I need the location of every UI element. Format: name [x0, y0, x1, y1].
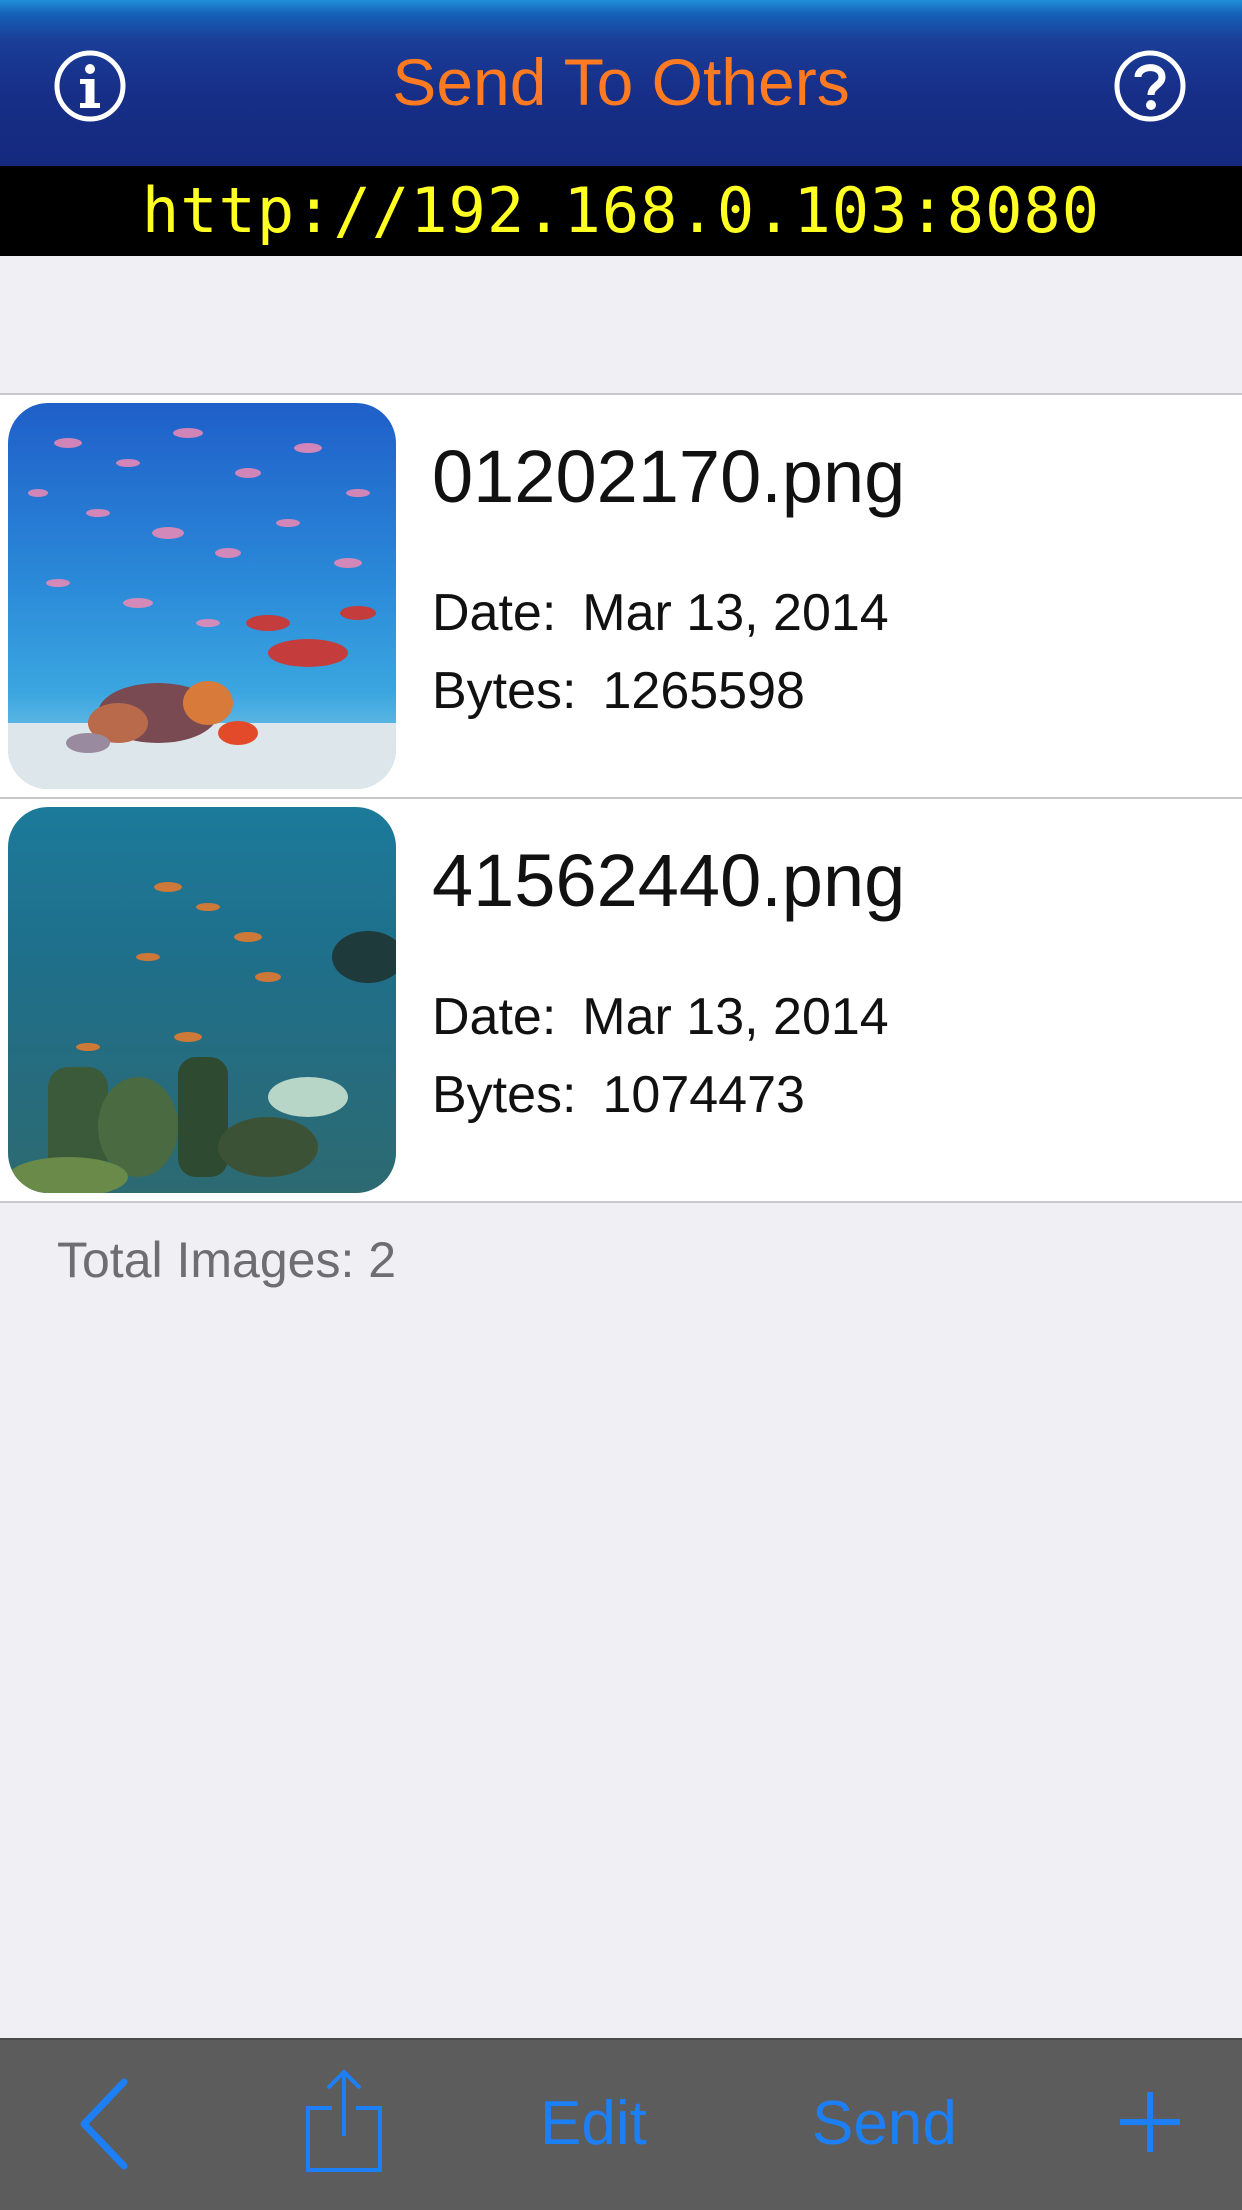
file-name: 01202170.png [432, 435, 906, 518]
list-item[interactable]: 01202170.png Date: Mar 13, 2014 Bytes: 126… [0, 395, 1242, 797]
file-date: Date: Mar 13, 2014 [432, 987, 889, 1047]
chevron-left-icon [80, 2078, 128, 2170]
file-date: Date: Mar 13, 2014 [432, 583, 889, 643]
date-label: Date: [432, 584, 557, 642]
date-value: Mar 13, 2014 [582, 988, 889, 1046]
total-images-label: Total Images: 2 [57, 1232, 397, 1288]
question-circle-icon [1114, 50, 1186, 122]
bottom-toolbar: Edit Send [0, 2038, 1242, 2210]
date-value: Mar 13, 2014 [582, 584, 889, 642]
file-bytes: Bytes: 1074473 [432, 1065, 805, 1125]
list-item[interactable]: 41562440.png Date: Mar 13, 2014 Bytes: 107… [0, 797, 1242, 1201]
edit-button[interactable]: Edit [540, 2084, 647, 2164]
add-button[interactable] [1118, 2090, 1182, 2154]
bytes-value: 1265598 [602, 662, 805, 720]
file-name: 41562440.png [432, 839, 906, 922]
back-button[interactable] [74, 2076, 134, 2172]
image-thumbnail [8, 807, 396, 1193]
image-list: 01202170.png Date: Mar 13, 2014 Bytes: 126… [0, 393, 1242, 1203]
send-button[interactable]: Send [812, 2084, 957, 2164]
server-url: http://192.168.0.103:8080 [0, 166, 1242, 256]
plus-icon [1120, 2092, 1180, 2152]
file-bytes: Bytes: 1265598 [432, 661, 805, 721]
share-icon [306, 2069, 382, 2172]
page-title: Send To Others [392, 45, 850, 119]
date-label: Date: [432, 988, 557, 1046]
bytes-label: Bytes: [432, 662, 577, 720]
help-button[interactable] [1112, 48, 1188, 124]
share-button[interactable] [304, 2068, 384, 2174]
image-thumbnail [8, 403, 396, 789]
navigation-bar: Send To Others [0, 0, 1242, 166]
bytes-value: 1074473 [602, 1066, 805, 1124]
bytes-label: Bytes: [432, 1066, 577, 1124]
